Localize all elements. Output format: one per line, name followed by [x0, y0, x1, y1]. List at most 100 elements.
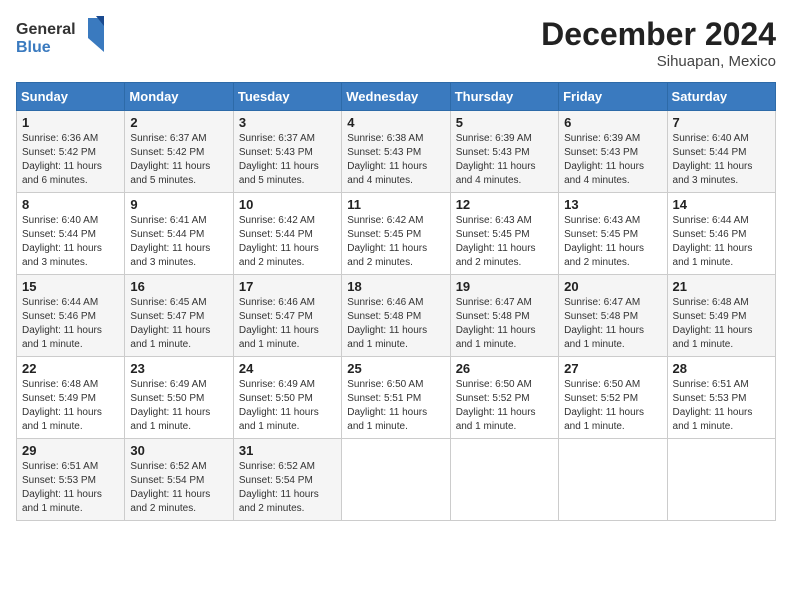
day-number: 23 [130, 361, 227, 376]
title-area: December 2024 Sihuapan, Mexico [541, 16, 776, 70]
calendar-cell: 8Sunrise: 6:40 AMSunset: 5:44 PMDaylight… [17, 193, 125, 275]
calendar-cell: 20 Sunrise: 6:47 AMSunset: 5:48 PMDayligh… [559, 275, 667, 357]
calendar-cell: 9 Sunrise: 6:41 AMSunset: 5:44 PMDaylight… [125, 193, 233, 275]
calendar-cell: 12 Sunrise: 6:43 AMSunset: 5:45 PMDayligh… [450, 193, 558, 275]
day-info: Sunrise: 6:52 AMSunset: 5:54 PMDaylight:… [130, 460, 227, 516]
page-header: GeneralBlue December 2024 Sihuapan, Mexi… [16, 16, 776, 70]
day-number: 22 [22, 361, 119, 376]
calendar-cell: 1 Sunrise: 6:36 AMSunset: 5:42 PMDaylight… [17, 111, 125, 193]
day-info: Sunrise: 6:39 AMSunset: 5:43 PMDaylight:… [564, 132, 661, 188]
calendar-cell [342, 439, 450, 521]
day-info: Sunrise: 6:46 AMSunset: 5:48 PMDaylight:… [347, 296, 444, 352]
calendar-cell: 24Sunrise: 6:49 AMSunset: 5:50 PMDayligh… [233, 357, 341, 439]
day-number: 18 [347, 279, 444, 294]
day-number: 6 [564, 115, 661, 130]
day-number: 8 [22, 197, 119, 212]
calendar-cell: 27 Sunrise: 6:50 AMSunset: 5:52 PMDayligh… [559, 357, 667, 439]
day-info: Sunrise: 6:44 AMSunset: 5:46 PMDaylight:… [22, 296, 119, 352]
day-number: 16 [130, 279, 227, 294]
calendar-cell: 13 Sunrise: 6:43 AMSunset: 5:45 PMDayligh… [559, 193, 667, 275]
calendar-week-row: 22Sunrise: 6:48 AMSunset: 5:49 PMDayligh… [17, 357, 776, 439]
calendar-cell: 6 Sunrise: 6:39 AMSunset: 5:43 PMDaylight… [559, 111, 667, 193]
calendar-cell: 7Sunrise: 6:40 AMSunset: 5:44 PMDaylight… [667, 111, 775, 193]
calendar-cell: 3 Sunrise: 6:37 AMSunset: 5:43 PMDaylight… [233, 111, 341, 193]
day-number: 4 [347, 115, 444, 130]
day-number: 1 [22, 115, 119, 130]
calendar-cell: 19 Sunrise: 6:47 AMSunset: 5:48 PMDayligh… [450, 275, 558, 357]
day-number: 30 [130, 443, 227, 458]
day-number: 24 [239, 361, 336, 376]
calendar-cell [450, 439, 558, 521]
logo[interactable]: GeneralBlue [16, 16, 106, 61]
day-number: 2 [130, 115, 227, 130]
calendar-cell: 31Sunrise: 6:52 AMSunset: 5:54 PMDayligh… [233, 439, 341, 521]
day-info: Sunrise: 6:37 AMSunset: 5:42 PMDaylight:… [130, 132, 227, 188]
day-number: 7 [673, 115, 770, 130]
calendar-cell: 29Sunrise: 6:51 AMSunset: 5:53 PMDayligh… [17, 439, 125, 521]
day-info: Sunrise: 6:41 AMSunset: 5:44 PMDaylight:… [130, 214, 227, 270]
day-info: Sunrise: 6:39 AMSunset: 5:43 PMDaylight:… [456, 132, 553, 188]
day-info: Sunrise: 6:47 AMSunset: 5:48 PMDaylight:… [456, 296, 553, 352]
day-info: Sunrise: 6:44 AMSunset: 5:46 PMDaylight:… [673, 214, 770, 270]
day-info: Sunrise: 6:50 AMSunset: 5:52 PMDaylight:… [456, 378, 553, 434]
calendar-cell: 17 Sunrise: 6:46 AMSunset: 5:47 PMDayligh… [233, 275, 341, 357]
calendar-week-row: 29Sunrise: 6:51 AMSunset: 5:53 PMDayligh… [17, 439, 776, 521]
day-info: Sunrise: 6:43 AMSunset: 5:45 PMDaylight:… [456, 214, 553, 270]
day-header-thursday: Thursday [450, 83, 558, 111]
calendar-table: SundayMondayTuesdayWednesdayThursdayFrid… [16, 82, 776, 521]
day-info: Sunrise: 6:43 AMSunset: 5:45 PMDaylight:… [564, 214, 661, 270]
day-number: 10 [239, 197, 336, 212]
day-info: Sunrise: 6:51 AMSunset: 5:53 PMDaylight:… [22, 460, 119, 516]
day-number: 9 [130, 197, 227, 212]
day-number: 5 [456, 115, 553, 130]
day-number: 26 [456, 361, 553, 376]
location: Sihuapan, Mexico [541, 53, 776, 70]
day-header-tuesday: Tuesday [233, 83, 341, 111]
day-info: Sunrise: 6:48 AMSunset: 5:49 PMDaylight:… [673, 296, 770, 352]
calendar-cell: 26 Sunrise: 6:50 AMSunset: 5:52 PMDayligh… [450, 357, 558, 439]
calendar-cell: 28Sunrise: 6:51 AMSunset: 5:53 PMDayligh… [667, 357, 775, 439]
calendar-cell: 15 Sunrise: 6:44 AMSunset: 5:46 PMDayligh… [17, 275, 125, 357]
day-header-wednesday: Wednesday [342, 83, 450, 111]
calendar-cell: 10 Sunrise: 6:42 AMSunset: 5:44 PMDayligh… [233, 193, 341, 275]
calendar-cell: 30 Sunrise: 6:52 AMSunset: 5:54 PMDayligh… [125, 439, 233, 521]
day-info: Sunrise: 6:46 AMSunset: 5:47 PMDaylight:… [239, 296, 336, 352]
day-info: Sunrise: 6:47 AMSunset: 5:48 PMDaylight:… [564, 296, 661, 352]
calendar-cell: 5 Sunrise: 6:39 AMSunset: 5:43 PMDaylight… [450, 111, 558, 193]
day-number: 17 [239, 279, 336, 294]
day-header-sunday: Sunday [17, 83, 125, 111]
day-info: Sunrise: 6:42 AMSunset: 5:45 PMDaylight:… [347, 214, 444, 270]
month-title: December 2024 [541, 16, 776, 53]
day-header-friday: Friday [559, 83, 667, 111]
day-number: 21 [673, 279, 770, 294]
calendar-week-row: 8Sunrise: 6:40 AMSunset: 5:44 PMDaylight… [17, 193, 776, 275]
day-number: 20 [564, 279, 661, 294]
calendar-cell: 21 Sunrise: 6:48 AMSunset: 5:49 PMDayligh… [667, 275, 775, 357]
day-info: Sunrise: 6:42 AMSunset: 5:44 PMDaylight:… [239, 214, 336, 270]
logo-svg: GeneralBlue [16, 16, 106, 61]
calendar-cell: 11 Sunrise: 6:42 AMSunset: 5:45 PMDayligh… [342, 193, 450, 275]
day-number: 14 [673, 197, 770, 212]
day-number: 15 [22, 279, 119, 294]
calendar-cell: 25Sunrise: 6:50 AMSunset: 5:51 PMDayligh… [342, 357, 450, 439]
calendar-week-row: 15 Sunrise: 6:44 AMSunset: 5:46 PMDayligh… [17, 275, 776, 357]
calendar-cell [667, 439, 775, 521]
day-info: Sunrise: 6:49 AMSunset: 5:50 PMDaylight:… [130, 378, 227, 434]
calendar-week-row: 1 Sunrise: 6:36 AMSunset: 5:42 PMDaylight… [17, 111, 776, 193]
day-info: Sunrise: 6:50 AMSunset: 5:52 PMDaylight:… [564, 378, 661, 434]
day-number: 25 [347, 361, 444, 376]
day-number: 31 [239, 443, 336, 458]
day-header-saturday: Saturday [667, 83, 775, 111]
calendar-cell: 23 Sunrise: 6:49 AMSunset: 5:50 PMDayligh… [125, 357, 233, 439]
calendar-cell: 4Sunrise: 6:38 AMSunset: 5:43 PMDaylight… [342, 111, 450, 193]
day-number: 11 [347, 197, 444, 212]
day-info: Sunrise: 6:45 AMSunset: 5:47 PMDaylight:… [130, 296, 227, 352]
svg-text:General: General [16, 21, 76, 38]
day-number: 13 [564, 197, 661, 212]
day-number: 27 [564, 361, 661, 376]
day-info: Sunrise: 6:37 AMSunset: 5:43 PMDaylight:… [239, 132, 336, 188]
day-info: Sunrise: 6:36 AMSunset: 5:42 PMDaylight:… [22, 132, 119, 188]
day-number: 3 [239, 115, 336, 130]
day-number: 12 [456, 197, 553, 212]
day-number: 19 [456, 279, 553, 294]
